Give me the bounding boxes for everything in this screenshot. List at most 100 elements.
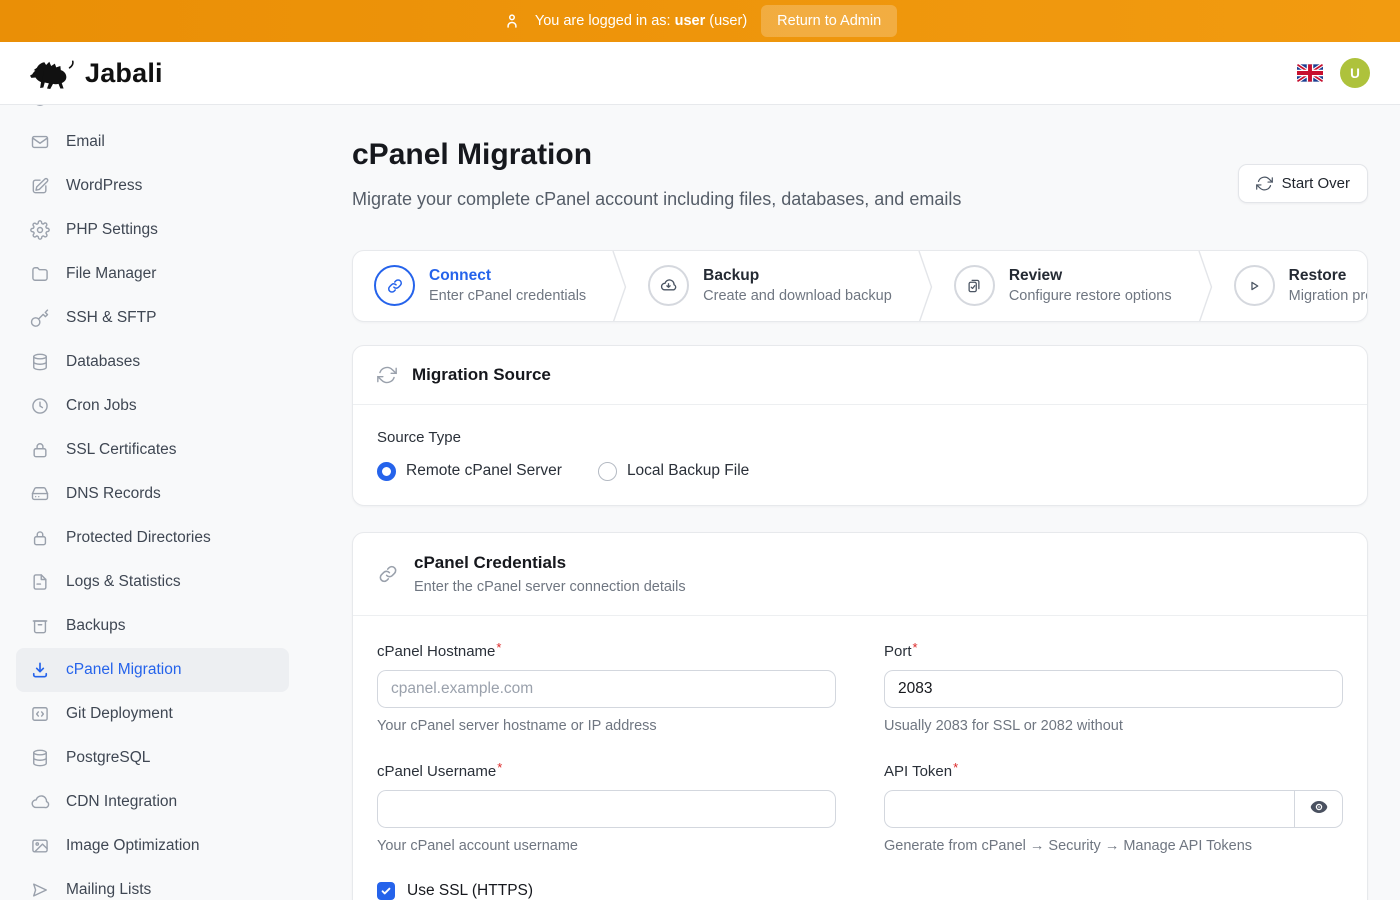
sidebar-item-git-deployment[interactable]: Git Deployment <box>16 692 289 736</box>
port-label: Port* <box>884 640 1343 660</box>
app-header: Jabali U <box>0 42 1400 105</box>
required-asterisk: * <box>497 760 502 775</box>
user-avatar[interactable]: U <box>1340 58 1370 88</box>
step-separator <box>612 251 627 322</box>
sidebar-item-label: Image Optimization <box>66 837 200 855</box>
sidebar-item-ssh-sftp[interactable]: SSH & SFTP <box>16 296 289 340</box>
main-content: cPanel Migration Migrate your complete c… <box>305 105 1400 900</box>
database-icon <box>30 352 50 372</box>
sidebar-item-mailing-lists[interactable]: Mailing Lists <box>16 868 289 900</box>
sidebar-item-email[interactable]: Email <box>16 120 289 164</box>
radio-option-local-backup-file[interactable]: Local Backup File <box>598 462 749 481</box>
return-to-admin-button[interactable]: Return to Admin <box>761 5 897 37</box>
step-separator <box>1198 251 1213 322</box>
sidebar-item-label: Mailing Lists <box>66 881 151 899</box>
step-restore: Restore Migration progress <box>1213 251 1368 321</box>
sidebar-item-wordpress[interactable]: WordPress <box>16 164 289 208</box>
link-icon <box>374 265 415 306</box>
page-title: cPanel Migration <box>352 138 961 172</box>
sidebar-item-postgresql[interactable]: PostgreSQL <box>16 736 289 780</box>
lock-icon <box>30 440 50 460</box>
sidebar-item-cdn-integration[interactable]: CDN Integration <box>16 780 289 824</box>
sidebar-item-logs-statistics[interactable]: Logs & Statistics <box>16 560 289 604</box>
card-subtitle: Enter the cPanel server connection detai… <box>414 579 686 595</box>
api-token-help: Generate from cPanel → Security → Manage… <box>884 838 1343 854</box>
sidebar-item-databases[interactable]: Databases <box>16 340 289 384</box>
field-port: Port* Usually 2083 for SSL or 2082 witho… <box>884 640 1343 734</box>
api-token-label: API Token* <box>884 760 1343 780</box>
migration-source-card: Migration Source Source Type Remote cPan… <box>352 345 1368 506</box>
migration-stepper: Connect Enter cPanel credentials Backup … <box>352 250 1368 322</box>
sidebar-item-php-settings[interactable]: PHP Settings <box>16 208 289 252</box>
cloud-icon <box>30 792 50 812</box>
impersonated-username: user <box>675 13 706 29</box>
clock-icon <box>30 396 50 416</box>
hostname-help: Your cPanel server hostname or IP addres… <box>377 718 836 734</box>
required-asterisk: * <box>913 640 918 655</box>
hostname-label: cPanel Hostname* <box>377 640 836 660</box>
sidebar-item-protected-directories[interactable]: Protected Directories <box>16 516 289 560</box>
use-ssl-checkbox[interactable] <box>377 882 395 900</box>
download-icon <box>30 660 50 680</box>
cpanel-credentials-card: cPanel Credentials Enter the cPanel serv… <box>352 532 1368 900</box>
server-icon <box>30 484 50 504</box>
sidebar-item-label: SSH & SFTP <box>66 309 156 327</box>
cloud-download-icon <box>648 265 689 306</box>
globe-icon <box>30 105 50 108</box>
sidebar-item-label: Protected Directories <box>66 529 211 547</box>
user-icon <box>503 12 521 30</box>
refresh-icon <box>1256 175 1273 192</box>
step-separator <box>918 251 933 322</box>
sidebar-item-cron-jobs[interactable]: Cron Jobs <box>16 384 289 428</box>
send-icon <box>30 880 50 900</box>
sidebar-item-label: DNS Records <box>66 485 161 503</box>
use-ssl-label: Use SSL (HTTPS) <box>407 882 533 900</box>
toggle-token-visibility-button[interactable] <box>1294 790 1343 828</box>
edit-icon <box>30 176 50 196</box>
language-flag-uk-icon[interactable] <box>1297 64 1323 82</box>
sidebar-item-file-manager[interactable]: File Manager <box>16 252 289 296</box>
port-input[interactable] <box>884 670 1343 708</box>
username-label: cPanel Username* <box>377 760 836 780</box>
sidebar-item-label: cPanel Migration <box>66 661 181 679</box>
admin-impersonation-bar: You are logged in as: user (user) Return… <box>0 0 1400 42</box>
username-input[interactable] <box>377 790 836 828</box>
radio-option-remote-cpanel-server[interactable]: Remote cPanel Server <box>377 462 562 481</box>
api-token-input[interactable] <box>884 790 1343 828</box>
play-icon <box>1234 265 1275 306</box>
step-review: Review Configure restore options <box>933 251 1198 321</box>
folder-icon <box>30 264 50 284</box>
sidebar-item-cpanel-migration[interactable]: cPanel Migration <box>16 648 289 692</box>
sidebar-item-ssl-certificates[interactable]: SSL Certificates <box>16 428 289 472</box>
padlock-icon <box>30 528 50 548</box>
sidebar-item-label: Backups <box>66 617 125 635</box>
sidebar-item-label: Databases <box>66 353 140 371</box>
use-ssl-row: Use SSL (HTTPS) <box>377 882 1343 900</box>
brand-logo[interactable]: Jabali <box>30 53 163 94</box>
sidebar-nav: Email WordPress PHP Settings File Manage… <box>0 105 305 900</box>
copy-check-icon <box>954 265 995 306</box>
boar-logo-icon <box>30 53 76 94</box>
sidebar-item-label: Logs & Statistics <box>66 573 181 591</box>
radio-local-backup[interactable] <box>598 462 617 481</box>
sidebar-item-dns-records[interactable]: DNS Records <box>16 472 289 516</box>
link-icon <box>377 563 399 585</box>
file-text-icon <box>30 572 50 592</box>
sidebar-item-image-optimization[interactable]: Image Optimization <box>16 824 289 868</box>
sidebar-item-label: CDN Integration <box>66 793 177 811</box>
archive-icon <box>30 616 50 636</box>
key-icon <box>30 308 50 328</box>
start-over-button[interactable]: Start Over <box>1238 164 1368 203</box>
sidebar-item-label: PHP Settings <box>66 221 158 239</box>
brand-name: Jabali <box>85 58 163 89</box>
sidebar-item-partial[interactable] <box>16 105 289 120</box>
sidebar-item-label: Git Deployment <box>66 705 173 723</box>
eye-icon <box>1308 796 1330 821</box>
card-title: cPanel Credentials <box>414 553 566 572</box>
source-type-label: Source Type <box>377 429 1343 446</box>
sidebar-item-backups[interactable]: Backups <box>16 604 289 648</box>
radio-remote-server[interactable] <box>377 462 396 481</box>
hostname-input[interactable] <box>377 670 836 708</box>
impersonation-message: You are logged in as: user (user) <box>535 13 747 29</box>
mail-icon <box>30 132 50 152</box>
